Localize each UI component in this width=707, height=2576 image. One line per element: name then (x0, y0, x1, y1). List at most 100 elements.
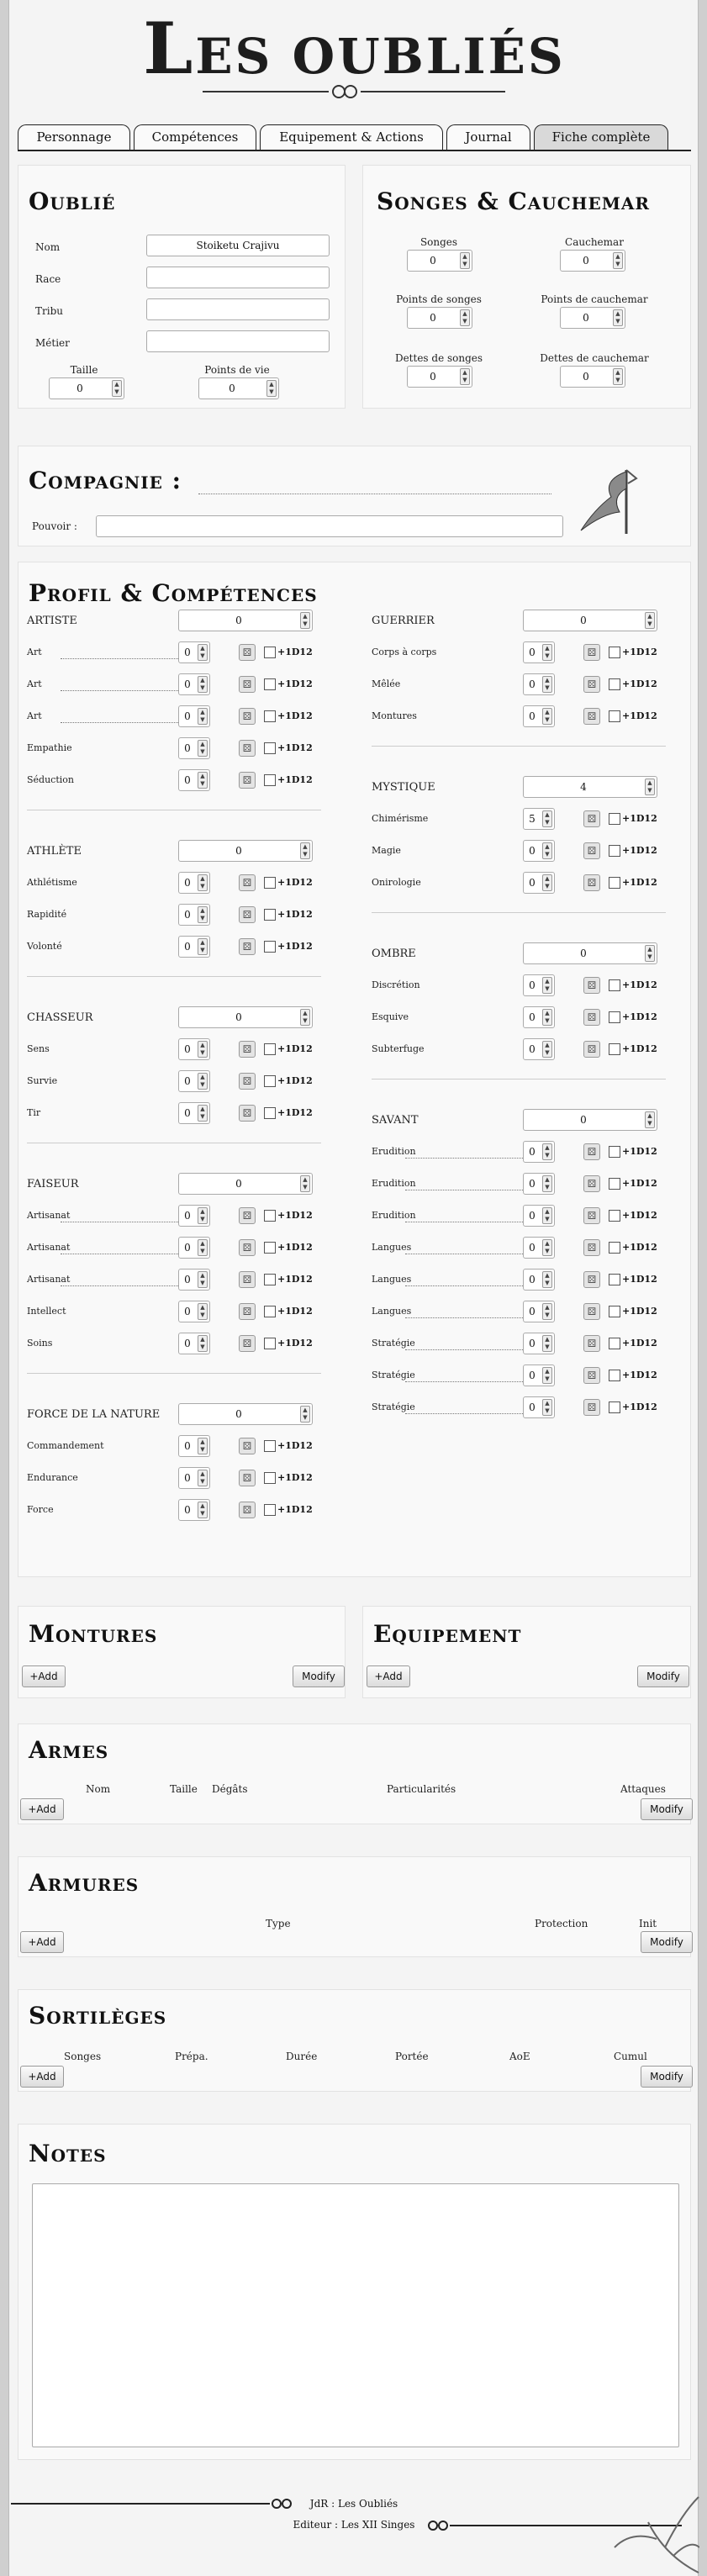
spinner-icon[interactable]: ▲ ▼ (198, 906, 208, 923)
d12-checkbox[interactable] (609, 678, 620, 690)
dice-icon[interactable]: ⚄ (239, 1271, 256, 1288)
skill-stepper[interactable]: 0 ▲ ▼ (178, 1435, 210, 1457)
dice-icon[interactable]: ⚄ (583, 1009, 600, 1026)
dice-icon[interactable]: ⚄ (239, 1073, 256, 1090)
skill-stepper[interactable]: 0 ▲ ▼ (523, 641, 555, 663)
spinner-icon[interactable]: ▲ ▼ (542, 1041, 552, 1058)
d12-checkbox[interactable] (609, 1011, 620, 1023)
spinner-icon[interactable]: ▲ ▼ (542, 1175, 552, 1192)
d12-checkbox[interactable] (609, 1306, 620, 1317)
dice-icon[interactable]: ⚄ (239, 676, 256, 693)
tab-journal[interactable]: Journal (446, 124, 530, 150)
dice-icon[interactable]: ⚄ (239, 740, 256, 757)
armes-modify-button[interactable]: Modify (641, 1798, 693, 1820)
skill-specialty-line[interactable] (405, 1317, 523, 1318)
skill-stepper[interactable]: 0 ▲ ▼ (178, 1301, 210, 1322)
skill-stepper[interactable]: 0 ▲ ▼ (178, 1070, 210, 1092)
skill-stepper[interactable]: 0 ▲ ▼ (523, 1396, 555, 1418)
skill-stepper[interactable]: 0 ▲ ▼ (523, 705, 555, 727)
dice-icon[interactable]: ⚄ (239, 1105, 256, 1122)
d12-checkbox[interactable] (264, 941, 276, 953)
dice-icon[interactable]: ⚄ (239, 1335, 256, 1352)
points-songes-stepper[interactable]: 0 ▲ ▼ (407, 307, 472, 329)
spinner-icon[interactable]: ▲ ▼ (198, 1502, 208, 1518)
skill-specialty-line[interactable] (405, 1285, 523, 1286)
sortileges-add-button[interactable]: +Add (20, 2066, 64, 2088)
spinner-icon[interactable]: ▲ ▼ (460, 309, 470, 326)
songes-stepper[interactable]: 0 ▲ ▼ (407, 250, 472, 272)
skill-stepper[interactable]: 0 ▲ ▼ (178, 1237, 210, 1259)
skill-stepper[interactable]: 0 ▲ ▼ (523, 872, 555, 894)
dice-icon[interactable]: ⚄ (583, 1399, 600, 1416)
skill-stepper[interactable]: 0 ▲ ▼ (523, 673, 555, 695)
d12-checkbox[interactable] (264, 1210, 276, 1222)
skill-stepper[interactable]: 0 ▲ ▼ (178, 1038, 210, 1060)
skill-stepper[interactable]: 0 ▲ ▼ (523, 1301, 555, 1322)
dice-icon[interactable]: ⚄ (583, 1303, 600, 1320)
dice-icon[interactable]: ⚄ (239, 1470, 256, 1486)
dice-icon[interactable]: ⚄ (239, 708, 256, 725)
profile-stepper[interactable]: 0 ▲ ▼ (178, 1006, 313, 1028)
spinner-icon[interactable]: ▲ ▼ (112, 380, 122, 397)
spinner-icon[interactable]: ▲ ▼ (645, 612, 655, 629)
profile-stepper[interactable]: 0 ▲ ▼ (523, 1109, 657, 1131)
d12-checkbox[interactable] (264, 1075, 276, 1087)
dice-icon[interactable]: ⚄ (583, 1143, 600, 1160)
skill-stepper[interactable]: 5 ▲ ▼ (523, 808, 555, 830)
spinner-icon[interactable]: ▲ ▼ (542, 977, 552, 994)
profile-stepper[interactable]: 0 ▲ ▼ (178, 1173, 313, 1195)
d12-checkbox[interactable] (609, 877, 620, 889)
d12-checkbox[interactable] (609, 1178, 620, 1190)
points-cauchemar-stepper[interactable]: 0 ▲ ▼ (560, 307, 625, 329)
dice-icon[interactable]: ⚄ (239, 1207, 256, 1224)
spinner-icon[interactable]: ▲ ▼ (300, 1175, 310, 1192)
d12-checkbox[interactable] (609, 710, 620, 722)
dice-icon[interactable]: ⚄ (583, 1239, 600, 1256)
profile-stepper[interactable]: 0 ▲ ▼ (178, 610, 313, 631)
skill-stepper[interactable]: 0 ▲ ▼ (178, 872, 210, 894)
spinner-icon[interactable]: ▲ ▼ (542, 810, 552, 827)
skill-stepper[interactable]: 0 ▲ ▼ (178, 673, 210, 695)
skill-stepper[interactable]: 0 ▲ ▼ (523, 1038, 555, 1060)
skill-specialty-line[interactable] (405, 1381, 523, 1382)
race-input[interactable] (146, 267, 330, 288)
skill-stepper[interactable]: 0 ▲ ▼ (178, 1467, 210, 1489)
spinner-icon[interactable]: ▲ ▼ (542, 1009, 552, 1026)
skill-stepper[interactable]: 0 ▲ ▼ (523, 1141, 555, 1163)
dice-icon[interactable]: ⚄ (239, 1239, 256, 1256)
spinner-icon[interactable]: ▲ ▼ (460, 252, 470, 269)
d12-checkbox[interactable] (609, 1370, 620, 1381)
spinner-icon[interactable]: ▲ ▼ (542, 874, 552, 891)
skill-stepper[interactable]: 0 ▲ ▼ (523, 1205, 555, 1227)
tab-competences[interactable]: Compétences (134, 124, 256, 150)
skill-stepper[interactable]: 0 ▲ ▼ (523, 1333, 555, 1354)
spinner-icon[interactable]: ▲ ▼ (198, 1271, 208, 1288)
spinner-icon[interactable]: ▲ ▼ (542, 842, 552, 859)
spinner-icon[interactable]: ▲ ▼ (542, 1303, 552, 1320)
skill-stepper[interactable]: 0 ▲ ▼ (178, 641, 210, 663)
skill-specialty-line[interactable] (405, 1413, 523, 1414)
armes-add-button[interactable]: +Add (20, 1798, 64, 1820)
d12-checkbox[interactable] (609, 1338, 620, 1349)
dice-icon[interactable]: ⚄ (583, 1367, 600, 1384)
pv-stepper[interactable]: 0 ▲ ▼ (198, 377, 279, 399)
spinner-icon[interactable]: ▲ ▼ (198, 874, 208, 891)
dice-icon[interactable]: ⚄ (583, 1335, 600, 1352)
profile-stepper[interactable]: 0 ▲ ▼ (523, 942, 657, 964)
skill-specialty-line[interactable] (405, 1349, 523, 1350)
spinner-icon[interactable]: ▲ ▼ (198, 1207, 208, 1224)
d12-checkbox[interactable] (264, 1242, 276, 1254)
d12-checkbox[interactable] (264, 1440, 276, 1452)
skill-specialty-line[interactable] (61, 1285, 178, 1286)
spinner-icon[interactable]: ▲ ▼ (198, 1335, 208, 1352)
taille-stepper[interactable]: 0 ▲ ▼ (49, 377, 124, 399)
spinner-icon[interactable]: ▲ ▼ (645, 779, 655, 795)
notes-textarea[interactable] (32, 2183, 679, 2447)
spinner-icon[interactable]: ▲ ▼ (542, 676, 552, 693)
spinner-icon[interactable]: ▲ ▼ (460, 368, 470, 385)
skill-specialty-line[interactable] (405, 1158, 523, 1159)
skill-stepper[interactable]: 0 ▲ ▼ (523, 840, 555, 862)
dettes-songes-stepper[interactable]: 0 ▲ ▼ (407, 366, 472, 388)
dice-icon[interactable]: ⚄ (239, 1303, 256, 1320)
dice-icon[interactable]: ⚄ (583, 644, 600, 661)
